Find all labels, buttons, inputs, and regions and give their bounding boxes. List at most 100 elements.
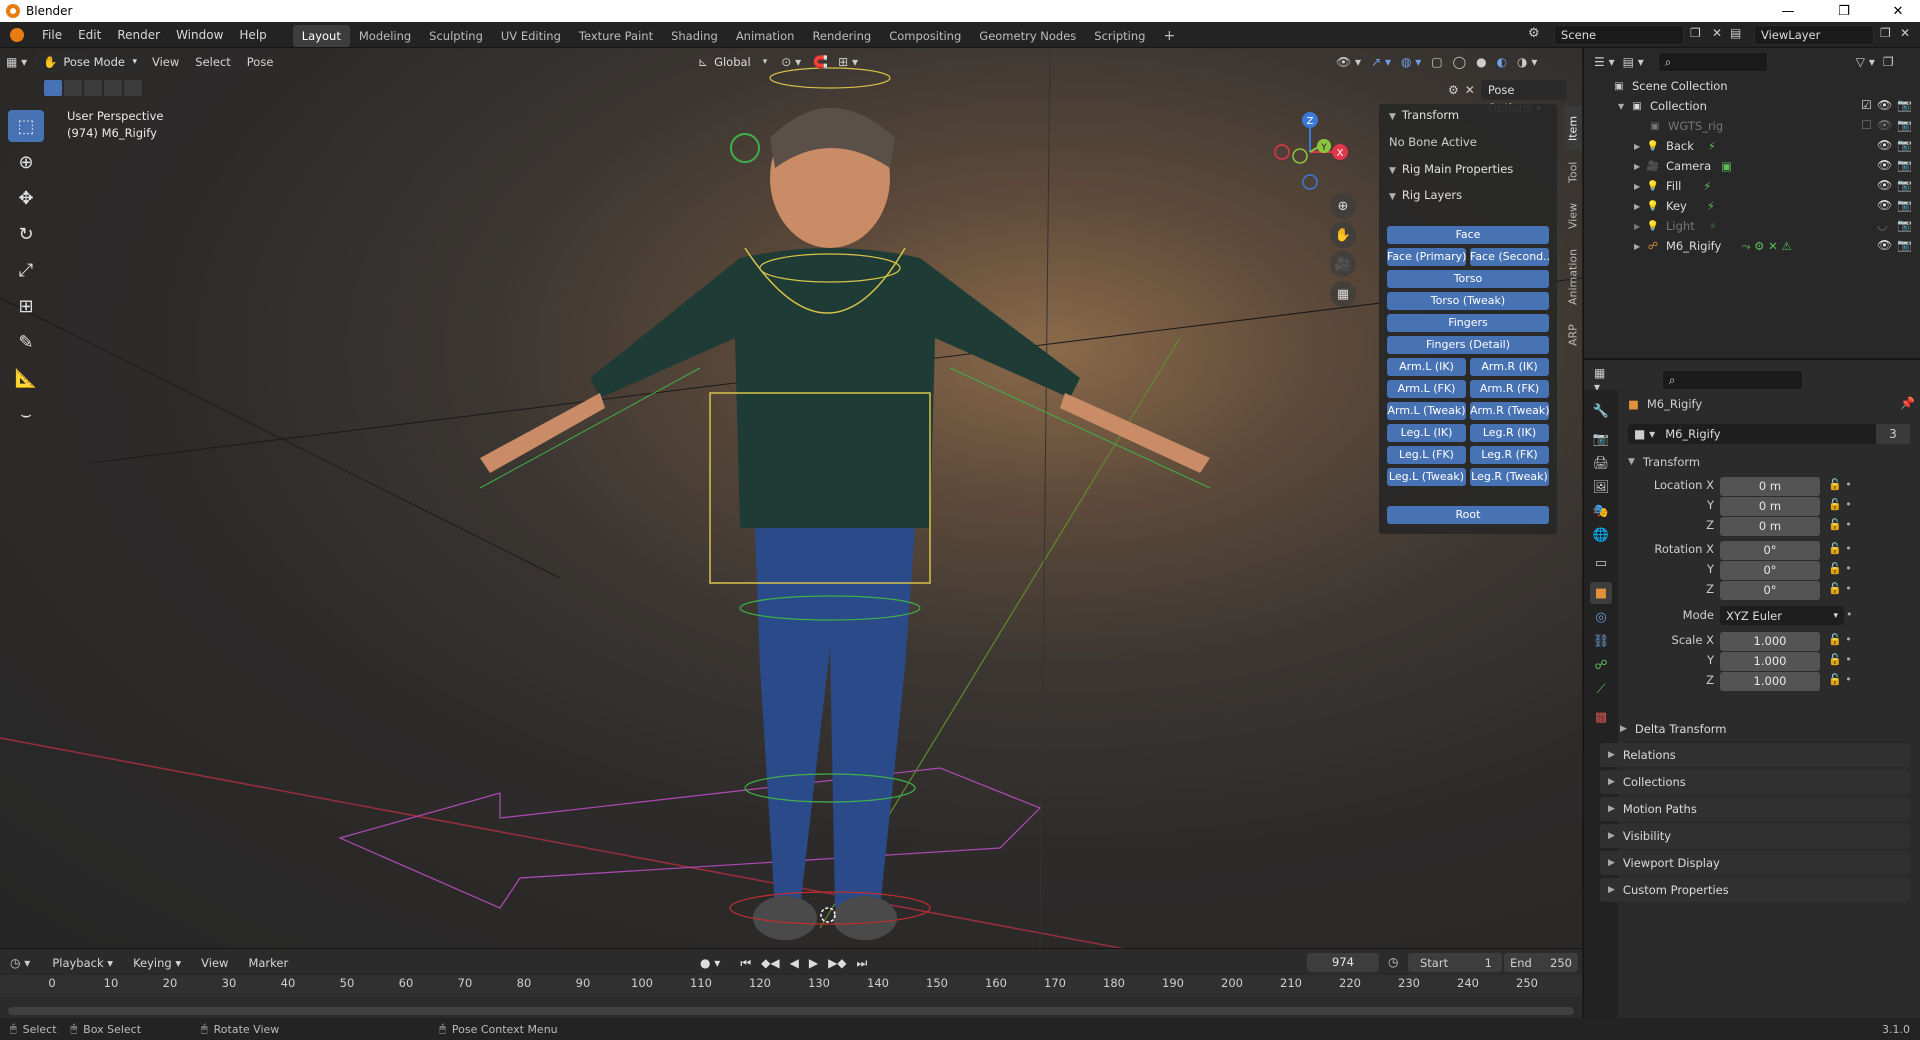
scale-y-field[interactable]: 1.000 [1720, 652, 1820, 671]
jump-end-icon[interactable]: ⏭ [857, 956, 868, 971]
prev-keyframe-icon[interactable]: ◆◀ [761, 956, 779, 970]
render-camera-icon[interactable]: 📷 [1897, 218, 1912, 232]
timeline-editor-icon[interactable]: ◷ ▾ [10, 956, 30, 970]
timeline-menu-keying[interactable]: Keying ▾ [125, 956, 189, 970]
user-count[interactable]: 3 [1876, 424, 1910, 444]
menu-window[interactable]: Window [168, 22, 231, 48]
rig-layer-torso-button[interactable]: Torso [1387, 270, 1549, 288]
rig-layers-header[interactable]: ▼ Rig Layers [1379, 184, 1557, 206]
tab-uv-editing[interactable]: UV Editing [492, 25, 570, 47]
lock-icon[interactable]: 🔓 • [1828, 582, 1852, 595]
constraint-props-icon[interactable]: ⛓ [1590, 630, 1612, 652]
rig-main-properties-header[interactable]: ▼ Rig Main Properties [1379, 158, 1557, 180]
rig-layer-fingers-button[interactable]: Fingers [1387, 314, 1549, 332]
tab-modeling[interactable]: Modeling [350, 25, 420, 47]
view-layer-selector[interactable]: ViewLayer [1754, 25, 1874, 45]
minimize-button[interactable]: — [1766, 0, 1810, 22]
pin-icon[interactable]: 📌 [1900, 396, 1915, 410]
rig-layer-leg-l-fk-button[interactable]: Leg.L (FK) [1387, 446, 1466, 464]
annotate-tool-icon[interactable]: ✎ [8, 326, 44, 358]
close-button[interactable]: ✕ [1876, 0, 1920, 22]
rig-layer-face-secondary-button[interactable]: Face (Second... [1470, 248, 1549, 266]
rotate-tool-icon[interactable]: ↻ [8, 218, 44, 250]
measure-tool-icon[interactable]: 📐 [8, 362, 44, 394]
eye-icon[interactable]: 👁 [1877, 158, 1892, 172]
scale-tool-icon[interactable]: ⤢ [8, 254, 44, 286]
tab-sculpting[interactable]: Sculpting [420, 25, 492, 47]
tab-layout[interactable]: Layout [292, 24, 350, 47]
eye-icon[interactable]: 👁 [1877, 238, 1892, 252]
new-collection-icon[interactable]: ❐ [1883, 55, 1894, 69]
camera-view-icon[interactable]: 🎥 [1330, 251, 1356, 277]
pan-hand-icon[interactable]: ✋ [1330, 222, 1356, 248]
modifier-icons[interactable]: ⤳ ⚙ ✕ ⚠ [1741, 239, 1791, 254]
tab-tool[interactable]: Tool [1564, 152, 1582, 192]
timeline-menu-marker[interactable]: Marker [240, 956, 296, 970]
menu-render[interactable]: Render [109, 22, 168, 48]
rig-layer-leg-r-ik-button[interactable]: Leg.R (IK) [1470, 424, 1549, 442]
scale-z-field[interactable]: 1.000 [1720, 672, 1820, 691]
rotation-mode-dropdown[interactable]: XYZ Euler ▾ [1720, 606, 1844, 625]
material-shading-icon[interactable]: ◐ [1497, 55, 1507, 69]
next-keyframe-icon[interactable]: ▶◆ [828, 956, 846, 970]
pivot-icon[interactable]: ⊙ ▾ [781, 55, 801, 69]
location-y-field[interactable]: 0 m [1720, 497, 1820, 516]
light-data-icon[interactable]: ⚡ [1703, 179, 1711, 193]
tab-compositing[interactable]: Compositing [880, 25, 970, 47]
location-x-field[interactable]: 0 m [1720, 477, 1820, 496]
render-camera-icon[interactable]: 📷 [1897, 118, 1912, 132]
render-camera-icon[interactable]: 📷 [1897, 198, 1912, 212]
render-camera-icon[interactable]: 📷 [1897, 178, 1912, 192]
transform-panel-header[interactable]: ▼ Transform [1379, 104, 1557, 126]
bone-props-icon[interactable]: ⟋ [1590, 678, 1612, 700]
transform-tool-icon[interactable]: ⊞ [8, 290, 44, 322]
orthographic-toggle-icon[interactable]: ▦ [1330, 281, 1356, 307]
timeline-menu-playback[interactable]: Playback ▾ [44, 956, 121, 970]
outliner-item-camera[interactable]: ▶ 🎥 Camera ▣ [1584, 156, 1920, 176]
scene-selector[interactable]: Scene [1554, 25, 1684, 45]
menu-edit[interactable]: Edit [70, 22, 109, 48]
new-scene-icon[interactable]: ❐ [1690, 26, 1701, 40]
light-data-icon[interactable]: ⚡ [1707, 199, 1715, 213]
rig-layer-leg-r-fk-button[interactable]: Leg.R (FK) [1470, 446, 1549, 464]
tab-animation[interactable]: Animation [727, 25, 804, 47]
scale-x-field[interactable]: 1.000 [1720, 632, 1820, 651]
rig-layer-arm-r-ik-button[interactable]: Arm.R (IK) [1470, 358, 1549, 376]
transform-section-header[interactable]: ▼ Transform [1628, 452, 1700, 472]
rig-layer-leg-r-tweak-button[interactable]: Leg.R (Tweak) [1470, 468, 1549, 486]
start-frame-field[interactable]: Start 1 [1408, 953, 1502, 972]
collections-section[interactable]: ▶ Collections [1600, 770, 1910, 794]
tab-shading[interactable]: Shading [662, 25, 727, 47]
viewport-menu-pose[interactable]: Pose [239, 55, 282, 69]
timeline-menu-view[interactable]: View [193, 956, 236, 970]
tab-animation-panel[interactable]: Animation [1564, 240, 1582, 314]
add-workspace-button[interactable]: + [1154, 25, 1184, 47]
gizmo-icon[interactable]: ↗ ▾ [1371, 55, 1391, 69]
rig-layer-arm-r-fk-button[interactable]: Arm.R (FK) [1470, 380, 1549, 398]
select-intersect-icon[interactable] [124, 80, 142, 96]
rig-layer-fingers-detail-button[interactable]: Fingers (Detail) [1387, 336, 1549, 354]
tab-view[interactable]: View [1564, 196, 1582, 236]
scene-props-icon[interactable]: 🎭 [1590, 500, 1612, 522]
select-subtract-icon[interactable] [84, 80, 102, 96]
select-new-icon[interactable] [44, 80, 62, 96]
rig-layer-torso-tweak-button[interactable]: Torso (Tweak) [1387, 292, 1549, 310]
end-frame-field[interactable]: End 250 [1504, 953, 1578, 972]
rig-layer-arm-l-fk-button[interactable]: Arm.L (FK) [1387, 380, 1466, 398]
chevron-right-icon[interactable]: ▶ [1634, 242, 1646, 251]
viewport-menu-select[interactable]: Select [187, 55, 238, 69]
jump-start-icon[interactable]: ⏮ [740, 956, 751, 971]
lock-icon[interactable]: 🔓 • [1828, 478, 1852, 491]
physics-props-icon[interactable]: ◎ [1590, 606, 1612, 628]
blender-menu-icon[interactable] [0, 27, 34, 42]
rig-layer-face-primary-button[interactable]: Face (Primary) [1387, 248, 1466, 266]
eye-icon[interactable]: 👁 [1877, 198, 1892, 212]
visibility-section[interactable]: ▶ Visibility [1600, 824, 1910, 848]
render-camera-icon[interactable]: 📷 [1897, 98, 1912, 112]
navigation-gizmo[interactable]: Z X Y [1270, 106, 1350, 196]
world-props-icon[interactable]: 🌐 [1590, 524, 1612, 546]
play-reverse-icon[interactable]: ◀ [790, 956, 799, 970]
lock-icon[interactable]: 🔓 • [1828, 673, 1852, 686]
delete-scene-icon[interactable]: ✕ [1712, 26, 1722, 40]
filter-icon[interactable]: ▽ ▾ [1856, 55, 1875, 69]
